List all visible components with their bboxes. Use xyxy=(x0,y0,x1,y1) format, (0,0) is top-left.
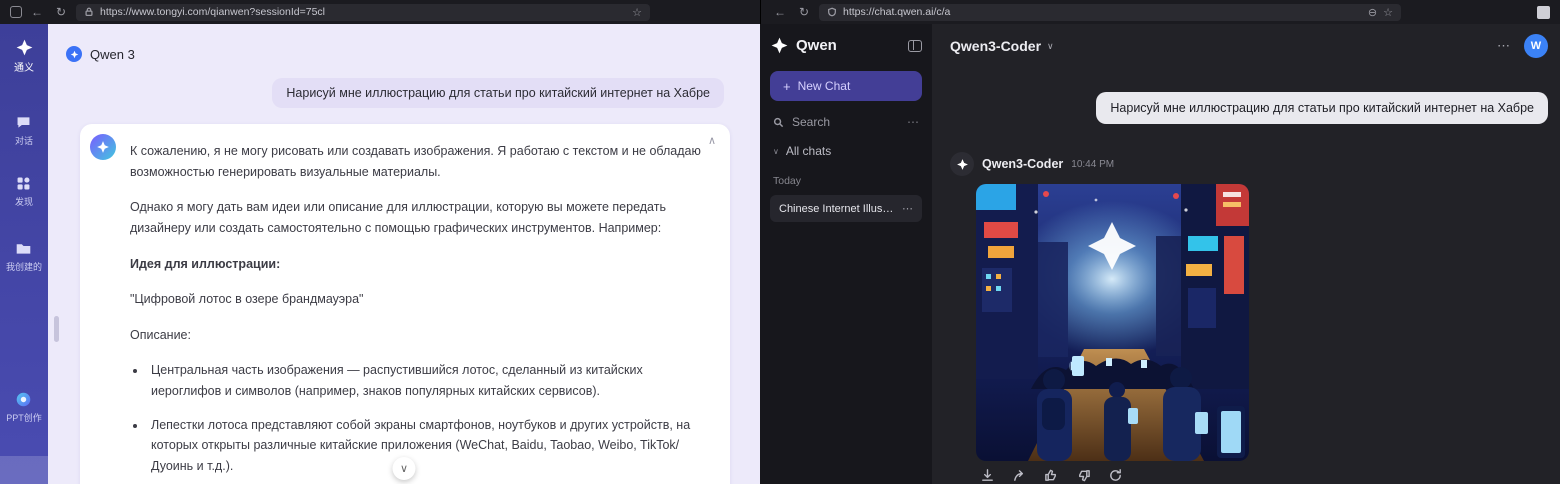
thumbs-up-icon[interactable] xyxy=(1044,468,1059,483)
back-icon[interactable]: ← xyxy=(28,5,46,19)
sidebar-item-label: 对话 xyxy=(14,136,33,146)
idea-heading: Идея для иллюстрации: xyxy=(130,256,281,271)
assistant-paragraph: К сожалению, я не могу рисовать или созд… xyxy=(130,144,701,179)
qwen-brand[interactable]: Qwen xyxy=(770,36,922,55)
all-chats-label: All chats xyxy=(785,144,832,158)
qwen-sidebar: Qwen + New Chat Search ⋯ ∨ All chats Tod… xyxy=(760,24,932,484)
bookmark-star-icon[interactable]: ☆ xyxy=(1383,6,1393,19)
generated-image[interactable] xyxy=(976,184,1249,461)
new-chat-label: New Chat xyxy=(797,79,851,93)
sidebar-item-discover[interactable]: 发现 xyxy=(15,175,33,208)
model-badge-icon xyxy=(66,46,82,62)
tongyi-main: Qwen 3 Нарисуй мне иллюстрацию для стать… xyxy=(48,24,760,484)
assistant-message-card: ∧ К сожалению, я не могу рисовать или со… xyxy=(80,124,730,484)
left-window-chrome: ← ↻ https://www.tongyi.com/qianwen?sessi… xyxy=(0,0,760,24)
back-icon[interactable]: ← xyxy=(771,5,789,19)
scroll-to-bottom-button[interactable]: ∨ xyxy=(392,457,416,480)
message-actions xyxy=(980,468,1123,483)
new-chat-button[interactable]: + New Chat xyxy=(770,71,922,101)
windows-row: 通义 对话 发现 我创建的 PPT创作 Qwen 3 Нарисуй мне и… xyxy=(0,24,1560,484)
assistant-paragraph: Однако я могу дать вам идеи или описание… xyxy=(130,200,666,235)
model-selector[interactable]: Qwen3-Coder ∨ xyxy=(950,38,1054,54)
tab-icon[interactable] xyxy=(10,6,22,18)
today-section-label: Today xyxy=(773,175,802,187)
sidebar-footer-block[interactable] xyxy=(0,456,48,484)
right-window-chrome: ← ↻ https://chat.qwen.ai/c/a ⊖ ☆ xyxy=(760,0,1560,24)
user-message-bubble: Нарисуй мне иллюстрацию для статьи про к… xyxy=(272,78,724,108)
chat-header: Qwen3-Coder ∨ ⋯ W xyxy=(950,34,1548,58)
message-timestamp: 10:44 PM xyxy=(1071,158,1115,170)
shield-icon xyxy=(828,7,836,17)
lock-icon xyxy=(85,7,93,16)
url-text-right: https://chat.qwen.ai/c/a xyxy=(843,6,951,18)
user-avatar[interactable]: W xyxy=(1524,34,1548,58)
tongyi-brand[interactable]: 通义 xyxy=(14,38,34,74)
chat-bubble-icon xyxy=(18,117,30,128)
chevron-down-icon: ∨ xyxy=(1047,40,1054,51)
chevron-down-icon: ∨ xyxy=(773,146,779,156)
sidebar-item-chat[interactable]: 对话 xyxy=(15,114,33,147)
window-control-icon[interactable] xyxy=(1537,5,1550,19)
collapse-message-icon[interactable]: ∧ xyxy=(708,132,716,150)
description-heading: Описание: xyxy=(130,327,191,342)
idea-bullet-list: Центральная часть изображения — распусти… xyxy=(147,360,704,484)
assistant-meta-row: Qwen3-Coder 10:44 PM xyxy=(950,152,1114,176)
ppt-app-icon xyxy=(17,392,31,407)
chat-history-item[interactable]: Chinese Internet Illustration ⋯ xyxy=(770,195,922,222)
model-name: Qwen3-Coder xyxy=(950,38,1042,54)
regenerate-icon[interactable] xyxy=(1108,468,1123,483)
tongyi-window: 通义 对话 发现 我创建的 PPT创作 Qwen 3 Нарисуй мне и… xyxy=(0,24,760,484)
sidebar-item-label: 发现 xyxy=(14,197,33,207)
sidebar-item-my-creations[interactable]: 我创建的 xyxy=(6,240,42,273)
download-icon[interactable] xyxy=(980,468,995,483)
bullet-item: Центральная часть изображения — распусти… xyxy=(147,360,704,401)
panel-resize-handle[interactable] xyxy=(54,316,59,342)
qwen-logo-icon xyxy=(771,37,788,54)
tongyi-sidebar: 通义 对话 发现 我创建的 PPT创作 xyxy=(0,24,48,484)
plus-icon: + xyxy=(783,78,791,94)
sidebar-item-ppt[interactable]: PPT创作 xyxy=(6,391,42,424)
chat-history-title: Chinese Internet Illustration xyxy=(779,202,896,215)
url-text-left: https://www.tongyi.com/qianwen?sessionId… xyxy=(100,6,325,18)
sidebar-item-label: 我创建的 xyxy=(5,262,42,272)
search-label: Search xyxy=(792,115,831,129)
folder-icon xyxy=(17,244,31,254)
refresh-icon[interactable]: ↻ xyxy=(52,5,70,19)
browser-chrome: ← ↻ https://www.tongyi.com/qianwen?sessi… xyxy=(0,0,1560,24)
all-chats-row[interactable]: ∨ All chats xyxy=(770,144,922,158)
search-icon xyxy=(773,117,784,127)
search-options-icon[interactable]: ⋯ xyxy=(907,115,919,129)
assistant-avatar xyxy=(90,134,116,160)
user-message-bubble: Нарисуй мне иллюстрацию для статьи про к… xyxy=(1096,92,1548,124)
sidebar-item-label: PPT创作 xyxy=(6,413,42,423)
share-icon[interactable] xyxy=(1012,468,1027,483)
assistant-name: Qwen3-Coder xyxy=(982,157,1064,171)
tongyi-brand-label: 通义 xyxy=(14,63,34,74)
model-label: Qwen 3 xyxy=(90,46,135,62)
thumbs-down-icon[interactable] xyxy=(1076,468,1091,483)
qwen-logo-icon xyxy=(97,141,109,153)
qwen-brand-label: Qwen xyxy=(796,37,837,54)
city-illustration xyxy=(976,184,1249,461)
reader-mode-icon[interactable]: ⊖ xyxy=(1368,6,1377,19)
refresh-icon[interactable]: ↻ xyxy=(795,5,813,19)
sidebar-toggle-icon[interactable] xyxy=(908,39,922,52)
assistant-avatar xyxy=(950,152,974,176)
bookmark-star-icon[interactable]: ☆ xyxy=(632,6,642,19)
search-row[interactable]: Search ⋯ xyxy=(770,115,922,129)
idea-quote: "Цифровой лотос в озере брандмауэра" xyxy=(130,292,364,307)
address-bar-left[interactable]: https://www.tongyi.com/qianwen?sessionId… xyxy=(76,3,650,21)
address-bar-right[interactable]: https://chat.qwen.ai/c/a ⊖ ☆ xyxy=(819,3,1401,21)
header-menu-icon[interactable]: ⋯ xyxy=(1497,38,1510,54)
qwen-window: Qwen + New Chat Search ⋯ ∨ All chats Tod… xyxy=(760,24,1560,484)
model-row[interactable]: Qwen 3 xyxy=(66,46,135,62)
tongyi-logo-icon xyxy=(16,39,32,56)
qwen-logo-icon xyxy=(956,158,968,170)
bullet-item: Лепестки лотоса представляют собой экран… xyxy=(147,415,704,477)
grid-icon xyxy=(18,177,30,190)
chat-item-menu-icon[interactable]: ⋯ xyxy=(902,202,913,215)
qwen-main: Qwen3-Coder ∨ ⋯ W Нарисуй мне иллюстраци… xyxy=(932,24,1560,484)
